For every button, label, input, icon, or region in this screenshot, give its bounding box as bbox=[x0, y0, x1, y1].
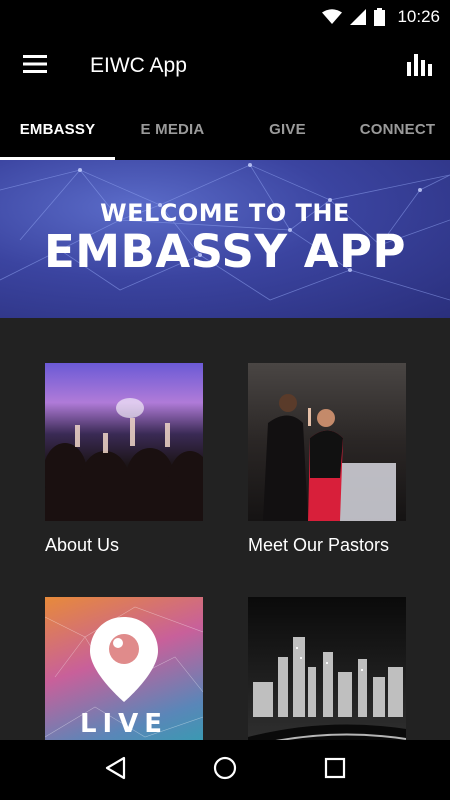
tile-label-meet-our-pastors: Meet Our Pastors bbox=[248, 535, 390, 555]
app-title: EIWC App bbox=[90, 54, 187, 77]
banner-text: WELCOME TO THE EMBASSY APP bbox=[0, 160, 450, 318]
tile-city[interactable] bbox=[248, 597, 406, 740]
app-bar: EIWC App bbox=[0, 33, 450, 99]
back-button[interactable] bbox=[90, 745, 140, 795]
recents-icon bbox=[324, 757, 346, 784]
hamburger-menu-icon bbox=[23, 54, 47, 78]
home-button[interactable] bbox=[200, 745, 250, 795]
tile-meet-our-pastors[interactable]: Meet Our Pastors bbox=[248, 363, 406, 556]
status-bar: 10:26 bbox=[0, 0, 450, 33]
welcome-banner[interactable]: WELCOME TO THE EMBASSY APP bbox=[0, 160, 450, 318]
city-skyline-image bbox=[248, 597, 406, 740]
menu-button[interactable] bbox=[0, 33, 70, 99]
system-nav-bar bbox=[0, 740, 450, 800]
back-icon bbox=[104, 756, 126, 785]
banner-line-1: WELCOME TO THE bbox=[100, 198, 350, 227]
content-area: WELCOME TO THE EMBASSY APP About Us Meet… bbox=[0, 160, 450, 740]
home-icon bbox=[213, 756, 237, 785]
tile-label-about-us: About Us bbox=[45, 535, 120, 555]
status-time: 10:26 bbox=[397, 6, 440, 26]
tab-e-media[interactable]: E MEDIA bbox=[115, 99, 230, 160]
stats-button[interactable] bbox=[390, 33, 450, 99]
tile-live[interactable]: LIVE bbox=[45, 597, 203, 740]
tile-about-us[interactable]: About Us bbox=[45, 363, 203, 556]
periscope-live-image: LIVE bbox=[45, 597, 203, 740]
banner-line-2: EMBASSY APP bbox=[44, 224, 406, 278]
tab-bar: EMBASSY E MEDIA GIVE CONNECT bbox=[0, 99, 450, 160]
bar-chart-icon bbox=[407, 52, 433, 81]
live-overlay-text: LIVE bbox=[79, 709, 169, 739]
tab-embassy[interactable]: EMBASSY bbox=[0, 99, 115, 160]
tab-connect[interactable]: CONNECT bbox=[345, 99, 450, 160]
tab-give[interactable]: GIVE bbox=[230, 99, 345, 160]
pastors-image bbox=[248, 363, 406, 521]
wifi-icon bbox=[322, 8, 343, 25]
worship-crowd-image bbox=[45, 363, 203, 521]
signal-icon bbox=[350, 8, 367, 25]
battery-icon bbox=[374, 7, 386, 26]
recents-button[interactable] bbox=[310, 745, 360, 795]
